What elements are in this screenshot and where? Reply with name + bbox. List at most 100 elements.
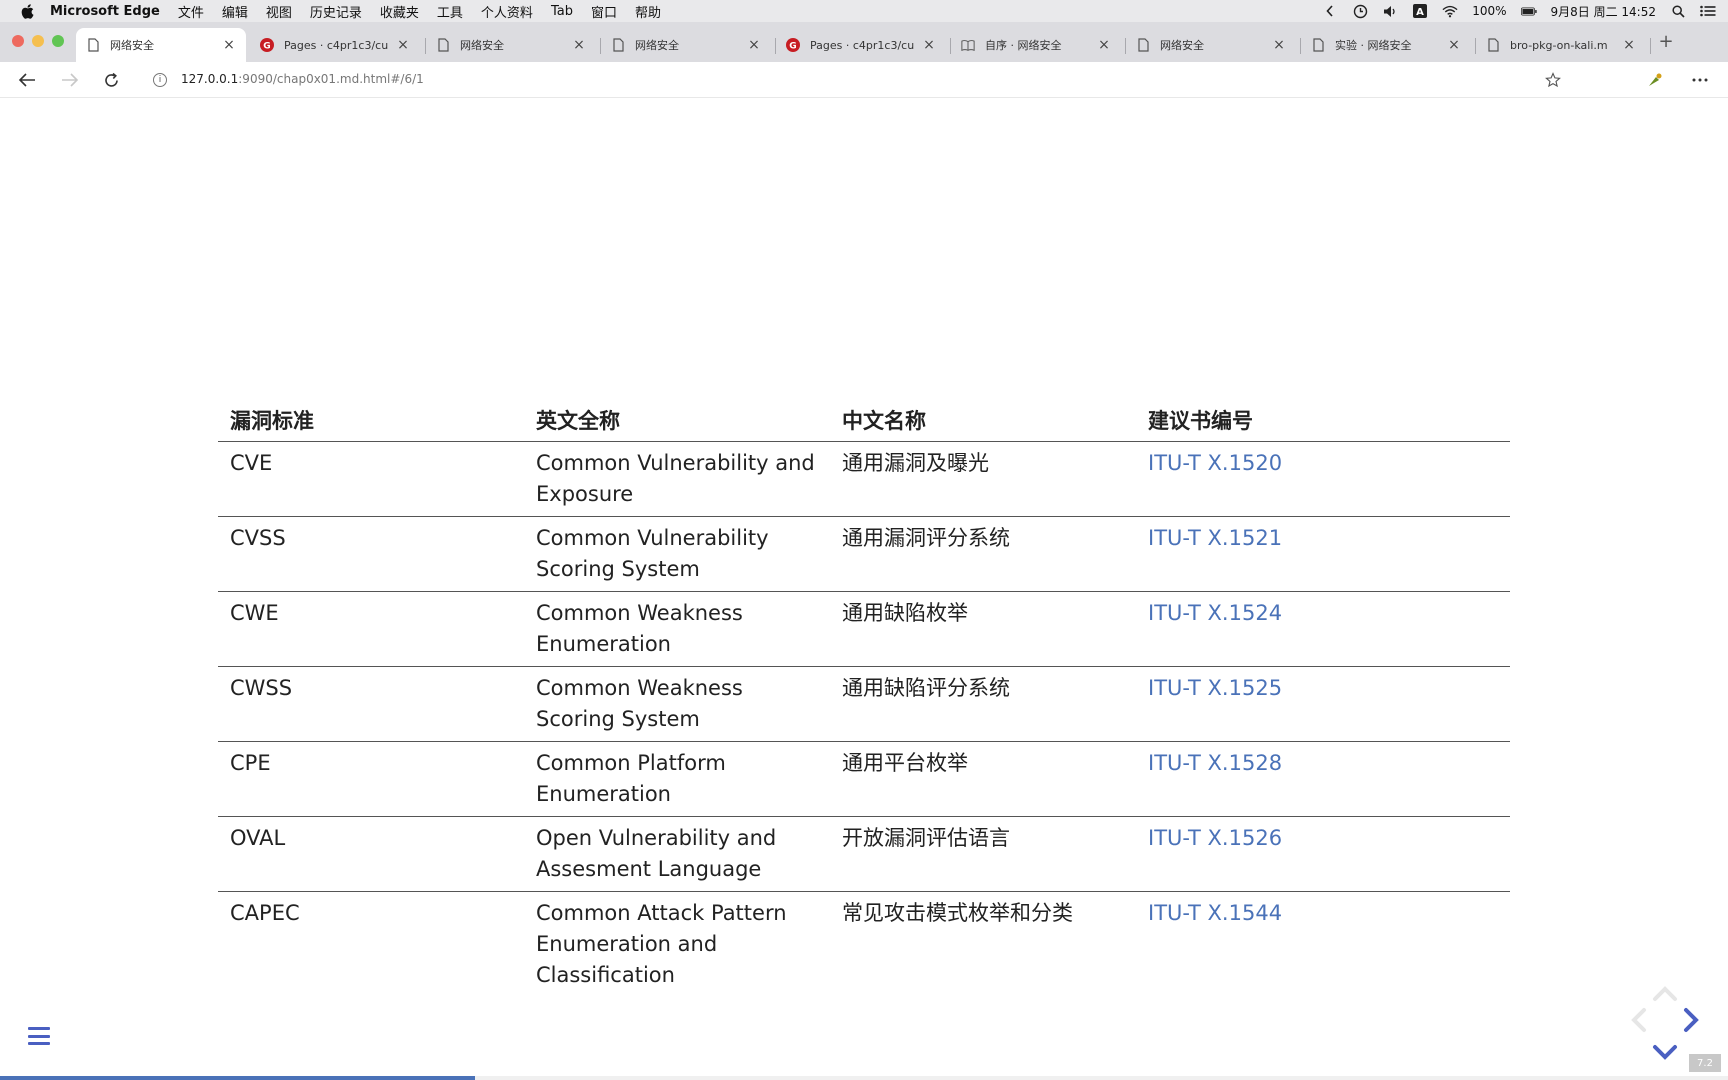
itu-link[interactable]: ITU-T X.1544 — [1148, 901, 1282, 925]
cell-english: Common Weakness Enumeration — [524, 591, 830, 667]
window-minimize-button[interactable] — [32, 35, 44, 47]
page-icon — [611, 38, 625, 52]
reload-icon[interactable] — [101, 71, 121, 89]
spotlight-search-icon[interactable] — [1670, 4, 1686, 18]
page-icon — [436, 38, 450, 52]
back-arrow-icon[interactable] — [17, 71, 37, 89]
tab-close-icon[interactable]: × — [1622, 37, 1636, 53]
nav-down-arrow-icon[interactable] — [1653, 1045, 1677, 1060]
browser-tab-active[interactable]: 网络安全 × — [76, 28, 246, 62]
tab-close-icon[interactable]: × — [922, 37, 936, 53]
cell-chinese: 开放漏洞评估语言 — [830, 816, 1136, 892]
browser-tab[interactable]: G Pages · c4pr1c3/cu × — [250, 28, 420, 62]
new-tab-plus-icon[interactable]: + — [1658, 31, 1674, 52]
nav-left-arrow-icon[interactable] — [1631, 1008, 1646, 1032]
table-row: CWSS Common Weakness Scoring System 通用缺陷… — [218, 666, 1510, 742]
browser-tab[interactable]: 网络安全 × — [601, 28, 771, 62]
nav-up-arrow-icon[interactable] — [1653, 986, 1677, 1001]
notification-center-icon[interactable] — [1700, 4, 1716, 18]
volume-icon[interactable] — [1382, 4, 1398, 18]
slide-navigation-controls — [1631, 986, 1699, 1060]
menu-profile[interactable]: 个人资料 — [481, 2, 533, 21]
nav-right-arrow-icon[interactable] — [1684, 1008, 1699, 1032]
tab-title: 实验 · 网络安全 — [1335, 39, 1412, 52]
cell-abbr: CAPEC — [230, 900, 300, 925]
menu-tools[interactable]: 工具 — [437, 2, 463, 21]
favorite-star-icon[interactable] — [1543, 71, 1563, 89]
tab-close-icon[interactable]: × — [222, 37, 236, 53]
page-icon — [1136, 38, 1150, 52]
more-options-icon[interactable] — [1690, 71, 1710, 89]
chevron-left-icon[interactable] — [1322, 4, 1338, 18]
apple-logo-icon[interactable] — [18, 3, 36, 19]
slide-menu-hamburger-icon[interactable] — [28, 1027, 50, 1045]
cell-abbr: OVAL — [218, 816, 524, 892]
cell-abbr: CVSS — [218, 516, 524, 592]
browser-tab-strip: 网络安全 × G Pages · c4pr1c3/cu × 网络安全 × 网络安… — [0, 22, 1728, 62]
window-close-button[interactable] — [12, 35, 24, 47]
cell-english: Common Platform Enumeration — [524, 741, 830, 817]
cell-english: Common Vulnerability Scoring System — [524, 516, 830, 592]
menu-history[interactable]: 历史记录 — [310, 2, 362, 21]
itu-link[interactable]: ITU-T X.1525 — [1148, 676, 1282, 700]
slide-progress-fill — [0, 1076, 476, 1080]
menu-favorites[interactable]: 收藏夹 — [380, 2, 419, 21]
forward-arrow-icon[interactable] — [60, 71, 80, 89]
cell-chinese: 通用缺陷评分系统 — [830, 666, 1136, 742]
browser-tab[interactable]: 实验 · 网络安全 × — [1301, 28, 1471, 62]
time-machine-icon[interactable] — [1352, 4, 1368, 18]
menu-file[interactable]: 文件 — [178, 2, 204, 21]
browser-tab[interactable]: 网络安全 × — [1126, 28, 1296, 62]
app-name-menu[interactable]: Microsoft Edge — [50, 4, 160, 19]
browser-tab[interactable]: 网络安全 × — [426, 28, 596, 62]
cell-itu: ITU-T X.1521 — [1136, 516, 1510, 592]
window-zoom-button[interactable] — [52, 35, 64, 47]
menu-view[interactable]: 视图 — [266, 2, 292, 21]
cell-chinese: 通用漏洞评分系统 — [830, 516, 1136, 592]
cell-itu: ITU-T X.1524 — [1136, 591, 1510, 667]
page-icon — [86, 38, 100, 52]
tab-title: 网络安全 — [1160, 39, 1204, 52]
wifi-icon[interactable] — [1442, 4, 1458, 18]
menu-tab[interactable]: Tab — [551, 4, 573, 19]
header-recommendation-number: 建议书编号 — [1136, 399, 1510, 442]
table-row: CVSS Common Vulnerability Scoring System… — [218, 516, 1510, 592]
tab-close-icon[interactable]: × — [396, 37, 410, 53]
page-icon — [1311, 38, 1325, 52]
tab-close-icon[interactable]: × — [747, 37, 761, 53]
cell-itu: ITU-T X.1525 — [1136, 666, 1510, 742]
itu-link[interactable]: ITU-T X.1520 — [1148, 451, 1282, 475]
itu-link[interactable]: ITU-T X.1526 — [1148, 826, 1282, 850]
cell-english: Common Weakness Scoring System — [524, 666, 830, 742]
url-path: :9090/chap0x01.md.html#/6/1 — [238, 72, 424, 86]
battery-icon[interactable] — [1520, 4, 1537, 18]
cell-chinese: 通用缺陷枚举 — [830, 591, 1136, 667]
browser-tab[interactable]: 自序 · 网络安全 × — [951, 28, 1121, 62]
cell-english: Common Attack Pattern Enumeration and Cl… — [536, 900, 787, 987]
tab-close-icon[interactable]: × — [1097, 37, 1111, 53]
menu-help[interactable]: 帮助 — [635, 2, 661, 21]
cell-itu: ITU-T X.1520 — [1136, 441, 1510, 517]
tab-title: 网络安全 — [460, 39, 504, 52]
site-info-icon[interactable]: i — [153, 73, 167, 87]
browser-toolbar: i 127.0.0.1:9090/chap0x01.md.html#/6/1 — [0, 62, 1728, 98]
menubar-clock[interactable]: 9月8日 周二 14:52 — [1551, 3, 1656, 20]
extension-icon[interactable] — [1645, 71, 1665, 89]
menu-window[interactable]: 窗口 — [591, 2, 617, 21]
itu-link[interactable]: ITU-T X.1528 — [1148, 751, 1282, 775]
itu-link[interactable]: ITU-T X.1521 — [1148, 526, 1282, 550]
input-source-icon[interactable]: A — [1412, 4, 1428, 18]
cell-abbr: CWSS — [218, 666, 524, 742]
tab-close-icon[interactable]: × — [1447, 37, 1461, 53]
itu-link[interactable]: ITU-T X.1524 — [1148, 601, 1282, 625]
tab-close-icon[interactable]: × — [1272, 37, 1286, 53]
page-icon — [1486, 38, 1500, 52]
header-english-name: 英文全称 — [524, 399, 830, 442]
vulnerability-standards-table: 漏洞标准 英文全称 中文名称 建议书编号 CVE Common Vulnerab… — [218, 399, 1510, 997]
tab-close-icon[interactable]: × — [572, 37, 586, 53]
browser-tab[interactable]: G Pages · c4pr1c3/cu × — [776, 28, 946, 62]
svg-text:G: G — [789, 42, 796, 52]
menu-edit[interactable]: 编辑 — [222, 2, 248, 21]
browser-tab[interactable]: bro-pkg-on-kali.m × — [1476, 28, 1646, 62]
address-bar[interactable]: 127.0.0.1:9090/chap0x01.md.html#/6/1 — [181, 72, 424, 86]
